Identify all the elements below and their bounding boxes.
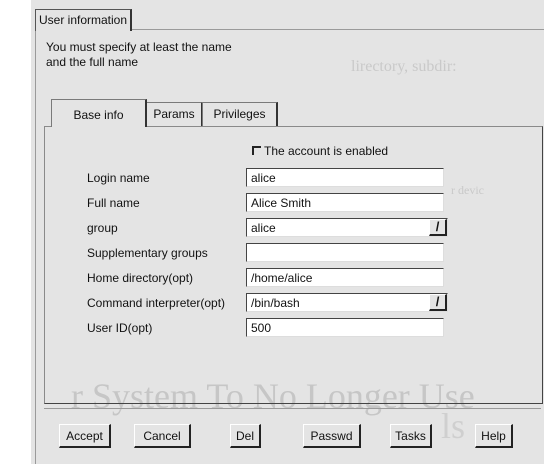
user-id-label: User ID(opt) bbox=[87, 321, 153, 335]
passwd-button[interactable]: Passwd bbox=[303, 424, 361, 448]
checkbox-checked-icon[interactable] bbox=[252, 146, 261, 155]
account-enabled-label: The account is enabled bbox=[264, 144, 389, 158]
button-bar bbox=[44, 408, 541, 464]
dropdown-arrow-icon[interactable]: / bbox=[429, 219, 447, 236]
tab-base-info[interactable]: Base info bbox=[51, 99, 147, 127]
tasks-button[interactable]: Tasks bbox=[390, 424, 432, 448]
command-interpreter-combo[interactable]: /bin/bash / bbox=[246, 293, 448, 312]
accept-button[interactable]: Accept bbox=[59, 424, 111, 448]
dropdown-arrow-icon[interactable]: / bbox=[429, 294, 447, 311]
tab-params[interactable]: Params bbox=[146, 102, 203, 126]
tab-user-information[interactable]: User information bbox=[35, 9, 133, 31]
login-name-input[interactable]: alice bbox=[246, 168, 444, 187]
help-button[interactable]: Help bbox=[475, 424, 513, 448]
user-id-input[interactable]: 500 bbox=[246, 318, 444, 337]
tab-privileges[interactable]: Privileges bbox=[202, 102, 278, 126]
supplementary-groups-input[interactable] bbox=[246, 243, 444, 262]
user-information-dialog: lirectory, subdir: r devic r System To N… bbox=[31, 0, 544, 464]
command-interpreter-label: Command interpreter(opt) bbox=[87, 296, 226, 310]
home-directory-input[interactable]: /home/alice bbox=[246, 268, 444, 287]
instructions-line-1: You must specify at least the name bbox=[46, 40, 232, 54]
supplementary-groups-label: Supplementary groups bbox=[87, 246, 208, 260]
group-label: group bbox=[87, 221, 118, 235]
full-name-label: Full name bbox=[87, 196, 140, 210]
account-enabled-checkbox[interactable]: The account is enabled bbox=[252, 144, 388, 158]
instructions-line-2: and the full name bbox=[46, 55, 139, 69]
cancel-button[interactable]: Cancel bbox=[134, 424, 191, 448]
group-combo[interactable]: alice / bbox=[246, 218, 448, 237]
del-button[interactable]: Del bbox=[230, 424, 261, 448]
instructions: You must specify at least the name and t… bbox=[46, 40, 232, 70]
command-interpreter-value: /bin/bash bbox=[251, 296, 300, 310]
full-name-input[interactable]: Alice Smith bbox=[246, 193, 444, 212]
home-directory-label: Home directory(opt) bbox=[87, 271, 194, 285]
group-value: alice bbox=[251, 221, 276, 235]
login-name-label: Login name bbox=[87, 171, 150, 185]
